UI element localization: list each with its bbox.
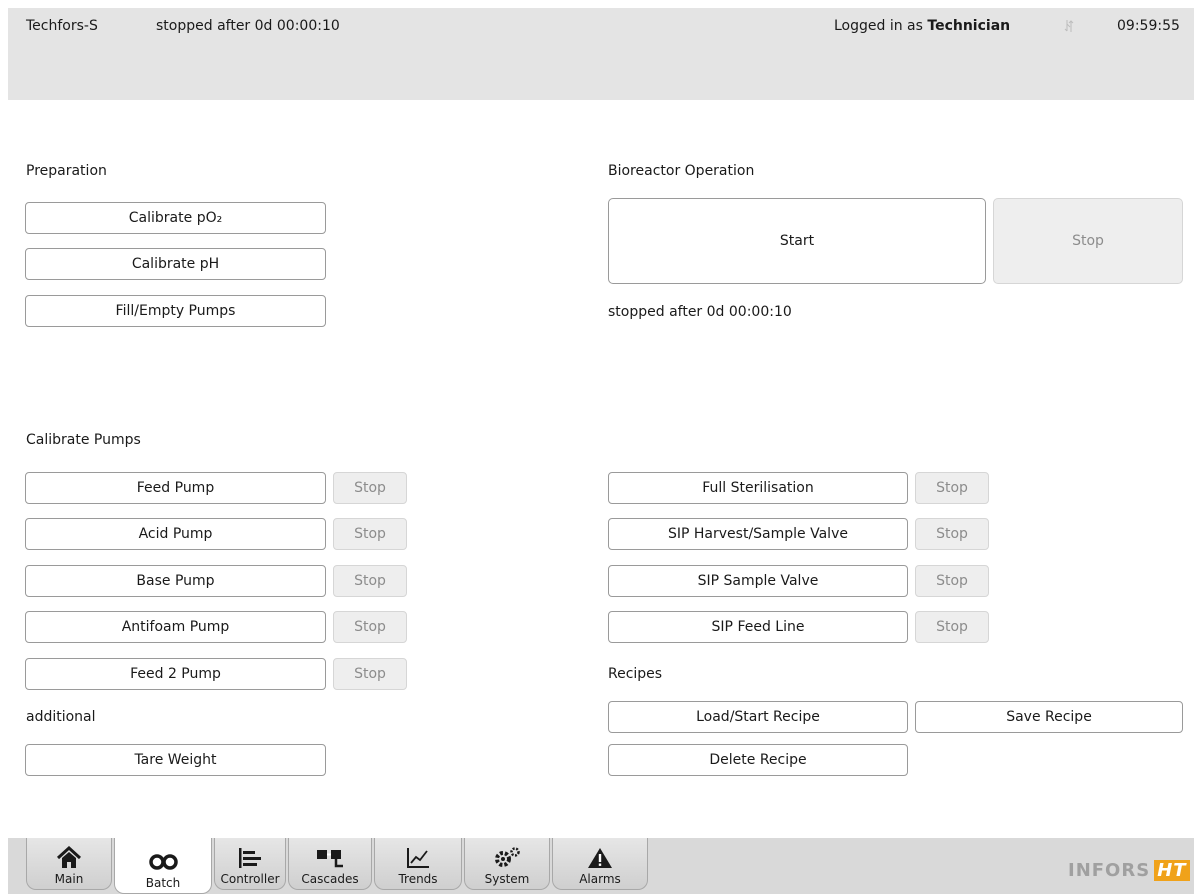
preparation-label: Preparation: [26, 163, 107, 179]
sip-sample-valve-button[interactable]: SIP Sample Valve: [608, 565, 908, 597]
logo-word: INFORS: [1068, 860, 1151, 881]
infors-ht-logo: INFORS HT: [1068, 860, 1190, 882]
device-name: Techfors-S: [26, 18, 98, 34]
tab-cascades-label: Cascades: [301, 872, 359, 886]
tab-batch[interactable]: Batch: [114, 838, 212, 894]
antifoam-pump-stop-button[interactable]: Stop: [333, 611, 407, 643]
home-icon: [56, 846, 82, 868]
base-pump-button[interactable]: Base Pump: [25, 565, 326, 597]
tab-alarms-label: Alarms: [579, 872, 621, 886]
tab-batch-label: Batch: [145, 876, 181, 890]
recipes-label: Recipes: [608, 666, 663, 682]
tab-main-label: Main: [54, 872, 84, 886]
antifoam-pump-button[interactable]: Antifoam Pump: [25, 611, 326, 643]
tab-trends-label: Trends: [398, 872, 438, 886]
sync-icon: [1064, 20, 1074, 32]
tare-weight-button[interactable]: Tare Weight: [25, 744, 326, 776]
batch-icon: [149, 854, 178, 870]
logo-mark: HT: [1154, 860, 1190, 881]
calibrate-pumps-label: Calibrate Pumps: [26, 432, 141, 448]
sip-sample-valve-stop-button[interactable]: Stop: [915, 565, 989, 597]
tab-controller-label: Controller: [220, 872, 280, 886]
feed-pump-stop-button[interactable]: Stop: [333, 472, 407, 504]
feed-2-pump-stop-button[interactable]: Stop: [333, 658, 407, 690]
additional-label: additional: [26, 709, 96, 725]
bioreactor-status-text: stopped after 0d 00:00:10: [608, 304, 792, 320]
sip-feed-line-stop-button[interactable]: Stop: [915, 611, 989, 643]
tab-main[interactable]: Main: [26, 838, 112, 890]
cascades-icon: [317, 850, 343, 868]
warning-icon: [588, 848, 612, 868]
tab-cascades[interactable]: Cascades: [288, 838, 372, 890]
bioreactor-operation-label: Bioreactor Operation: [608, 163, 755, 179]
fill-empty-pumps-button[interactable]: Fill/Empty Pumps: [25, 295, 326, 327]
save-recipe-button[interactable]: Save Recipe: [915, 701, 1183, 733]
feed-pump-button[interactable]: Feed Pump: [25, 472, 326, 504]
login-user: Technician: [927, 18, 1011, 34]
tab-system-label: System: [484, 872, 530, 886]
tab-controller[interactable]: Controller: [214, 838, 286, 890]
delete-recipe-button[interactable]: Delete Recipe: [608, 744, 908, 776]
base-pump-stop-button[interactable]: Stop: [333, 565, 407, 597]
login-info: Logged in as Technician: [834, 18, 1010, 34]
full-sterilisation-button[interactable]: Full Sterilisation: [608, 472, 908, 504]
trends-icon: [407, 848, 429, 868]
tab-alarms[interactable]: Alarms: [552, 838, 648, 890]
calibrate-ph-button[interactable]: Calibrate pH: [25, 248, 326, 280]
run-status: stopped after 0d 00:00:10: [156, 18, 340, 34]
full-sterilisation-stop-button[interactable]: Stop: [915, 472, 989, 504]
acid-pump-button[interactable]: Acid Pump: [25, 518, 326, 550]
sip-harvest-sample-valve-button[interactable]: SIP Harvest/Sample Valve: [608, 518, 908, 550]
start-button[interactable]: Start: [608, 198, 986, 284]
sip-harvest-sample-valve-stop-button[interactable]: Stop: [915, 518, 989, 550]
controller-icon: [239, 848, 261, 868]
stop-button[interactable]: Stop: [993, 198, 1183, 284]
sip-feed-line-button[interactable]: SIP Feed Line: [608, 611, 908, 643]
gears-icon: [495, 847, 520, 867]
load-start-recipe-button[interactable]: Load/Start Recipe: [608, 701, 908, 733]
clock: 09:59:55: [1117, 18, 1180, 34]
login-prefix: Logged in as: [834, 18, 923, 34]
calibrate-po2-button[interactable]: Calibrate pO₂: [25, 202, 326, 234]
tab-trends[interactable]: Trends: [374, 838, 462, 890]
feed-2-pump-button[interactable]: Feed 2 Pump: [25, 658, 326, 690]
tab-system[interactable]: System: [464, 838, 550, 890]
acid-pump-stop-button[interactable]: Stop: [333, 518, 407, 550]
